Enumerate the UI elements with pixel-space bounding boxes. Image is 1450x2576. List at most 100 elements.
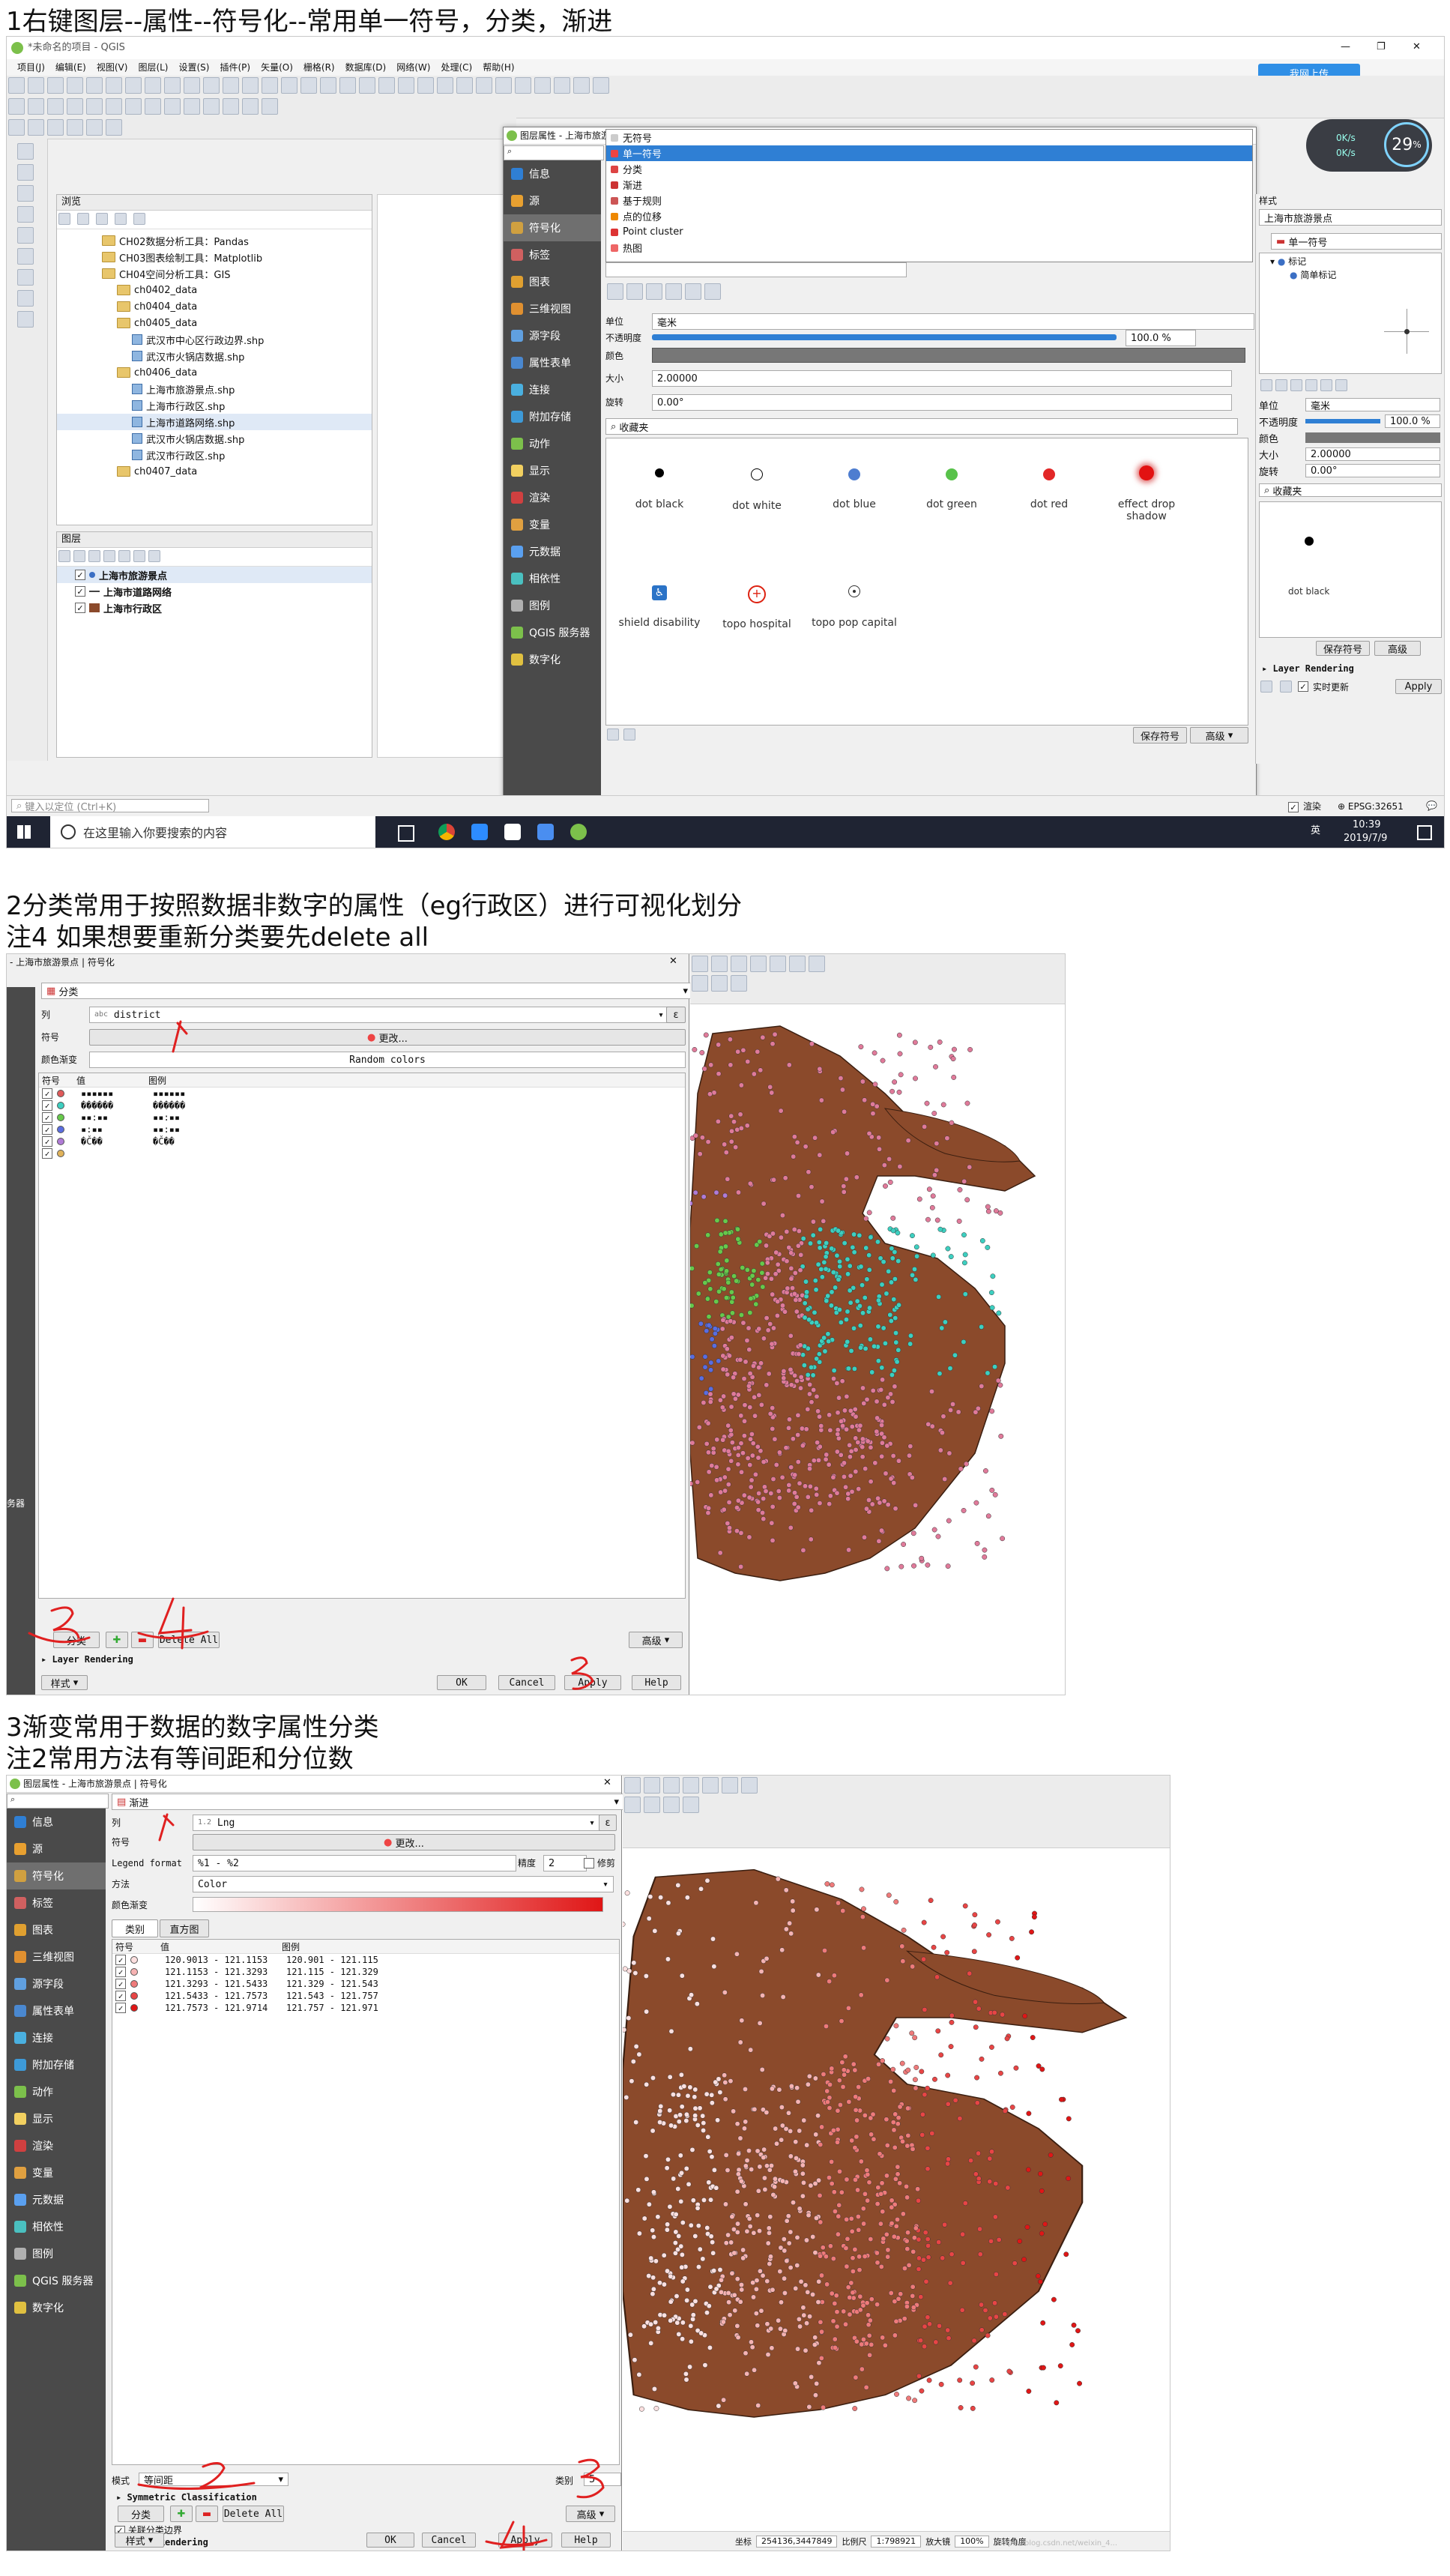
save-project-icon[interactable] — [47, 77, 64, 94]
table-row[interactable]: ✓ 121.3293 - 121.5433 121.329 - 121.543 — [112, 1978, 619, 1990]
filter-icon[interactable] — [96, 212, 109, 225]
apply-button[interactable]: Apply — [498, 2533, 552, 2548]
windows-start-icon[interactable] — [17, 825, 31, 839]
refresh-icon[interactable] — [77, 212, 90, 225]
select-icon[interactable] — [624, 1777, 641, 1794]
zoom-native-icon[interactable] — [281, 77, 297, 94]
marker-node[interactable]: ▾ ● 标记 — [1270, 256, 1306, 267]
class-visibility-checkbox[interactable]: ✓ — [115, 1955, 126, 1965]
delete-all-button[interactable]: Delete All — [223, 2506, 284, 2522]
zoom-layer-icon[interactable] — [262, 77, 278, 94]
method-select[interactable]: Color ▾ — [193, 1876, 614, 1892]
class-visibility-checkbox[interactable]: ✓ — [42, 1136, 52, 1147]
label-icon[interactable] — [242, 98, 259, 115]
color-ramp-select[interactable]: Random colors — [89, 1052, 686, 1068]
sidebar-item[interactable]: 数字化 — [504, 646, 601, 673]
add-class-button[interactable]: ✚ — [170, 2506, 193, 2522]
sidebar-item[interactable]: 变量 — [7, 2159, 106, 2186]
edit-pencil-icon[interactable] — [67, 98, 83, 115]
menu-item[interactable]: 网络(W) — [396, 62, 430, 73]
menu-item[interactable]: 帮助(H) — [483, 62, 514, 73]
class-value[interactable]: ▪:▪▪ — [81, 1124, 148, 1135]
layout-manager-icon[interactable] — [106, 77, 122, 94]
remove-class-button[interactable]: ▬ — [196, 2506, 218, 2522]
cancel-button[interactable]: Cancel — [422, 2533, 476, 2548]
color-ramp-button[interactable] — [193, 1897, 603, 1912]
symmetric-toggle[interactable]: ▸ Symmetric Classification — [116, 2492, 257, 2503]
info-icon[interactable] — [133, 212, 146, 225]
class-legend[interactable]: �Č�� — [153, 1136, 175, 1147]
browser-folder-item[interactable]: ch0406_data — [57, 364, 372, 381]
collapse-icon[interactable] — [133, 549, 145, 562]
new-map-view-icon[interactable] — [339, 77, 356, 94]
add-selected-icon[interactable] — [58, 212, 70, 225]
undo-icon[interactable] — [203, 98, 220, 115]
class-legend[interactable]: ▪▪▪▪▪▪ — [153, 1088, 185, 1099]
map-shanghai-graduated[interactable] — [623, 1847, 1170, 2530]
tray-ime[interactable]: 英 — [1311, 825, 1320, 837]
measure-icon[interactable] — [702, 1777, 719, 1794]
sidebar-item[interactable]: QGIS 服务器 — [7, 2267, 106, 2294]
magnifier-field[interactable]: 100% — [955, 2535, 989, 2548]
sidebar-item[interactable]: 信息 — [504, 160, 601, 187]
apply-button[interactable]: Apply — [564, 1675, 621, 1690]
sidebar-item[interactable]: 源字段 — [504, 322, 601, 349]
refresh-icon[interactable] — [378, 77, 395, 94]
pan-to-selection-icon[interactable] — [164, 77, 181, 94]
legend-format-field[interactable]: %1 - %2 — [193, 1855, 516, 1871]
sidebar-item[interactable]: 图表 — [504, 268, 601, 295]
deselect-icon[interactable] — [456, 77, 473, 94]
restore-button[interactable]: ❐ — [1377, 41, 1386, 53]
styles-rotation-spin[interactable]: 0.00° — [1305, 464, 1440, 477]
sidebar-item[interactable]: 源字段 — [7, 1970, 106, 1997]
table-row[interactable]: ✓ ▪▪:▪▪ ▪▪:▪▪ — [39, 1111, 685, 1123]
delete-icon[interactable] — [125, 98, 142, 115]
styles-symbol-label[interactable]: dot black — [1288, 586, 1329, 597]
styles-apply-button[interactable]: Apply — [1395, 679, 1442, 694]
actions-icon[interactable] — [417, 77, 434, 94]
tips-icon[interactable] — [573, 77, 590, 94]
text-annotation-icon[interactable] — [809, 956, 825, 972]
class-legend[interactable]: 120.901 - 121.115 — [286, 1955, 378, 1965]
lock-icon[interactable] — [1290, 378, 1302, 391]
search-field[interactable]: ⌕ — [504, 145, 604, 160]
menu-item[interactable]: 插件(P) — [220, 62, 250, 73]
save-symbol-button[interactable]: 保存符号 — [1133, 727, 1187, 743]
class-visibility-checkbox[interactable]: ✓ — [115, 2003, 126, 2013]
sidebar-item[interactable]: 源 — [504, 187, 601, 214]
attribute-table-icon[interactable] — [476, 77, 492, 94]
menu-item[interactable]: 编辑(E) — [55, 62, 86, 73]
class-value[interactable]: 121.3293 - 121.5433 — [165, 1979, 282, 1989]
sidebar-item[interactable]: 符号化 — [504, 214, 601, 241]
visibility-icon[interactable] — [88, 549, 100, 562]
style-manager-icon[interactable] — [125, 77, 142, 94]
sidebar-item[interactable]: 图例 — [504, 592, 601, 619]
app-icon[interactable] — [471, 824, 488, 840]
classify-button[interactable]: 分类 — [118, 2506, 164, 2522]
undo-icon[interactable] — [1260, 681, 1272, 693]
sidebar-item[interactable]: 渲染 — [504, 484, 601, 511]
map-canvas[interactable] — [377, 194, 504, 758]
table-row[interactable]: ✓ 121.7573 - 121.9714 121.757 - 121.971 — [112, 2002, 619, 2014]
class-visibility-checkbox[interactable]: ✓ — [42, 1100, 52, 1111]
change-symbol-button[interactable]: ● 更改... — [89, 1029, 686, 1046]
cancel-button[interactable]: Cancel — [498, 1675, 555, 1690]
sidebar-item[interactable]: QGIS 服务器 — [504, 619, 601, 646]
tab-classes[interactable]: 类别 — [112, 1919, 158, 1937]
sidebar-item[interactable]: 连接 — [7, 2024, 106, 2051]
move-up-icon[interactable] — [1320, 378, 1332, 391]
class-visibility-checkbox[interactable]: ✓ — [42, 1088, 52, 1099]
add-group-icon[interactable] — [73, 549, 85, 562]
layer-rendering-toggle[interactable]: ▸ Layer Rendering — [41, 1654, 133, 1665]
sum-icon[interactable] — [750, 956, 767, 972]
browser-folder-item[interactable]: CH02数据分析工具：Pandas — [57, 232, 372, 249]
filter-icon[interactable] — [103, 549, 115, 562]
symbol-dot-white[interactable]: dot white — [708, 468, 806, 512]
class-symbol-dot[interactable] — [57, 1090, 64, 1097]
expression-button[interactable]: ε — [599, 1815, 617, 1831]
class-value[interactable]: 121.5433 - 121.7573 — [165, 1991, 282, 2001]
add-raster-layer-icon[interactable] — [17, 164, 34, 181]
class-legend[interactable]: 121.329 - 121.543 — [286, 1979, 378, 1989]
add-wfs-icon[interactable] — [17, 290, 34, 307]
close-button[interactable]: ✕ — [1413, 41, 1421, 53]
